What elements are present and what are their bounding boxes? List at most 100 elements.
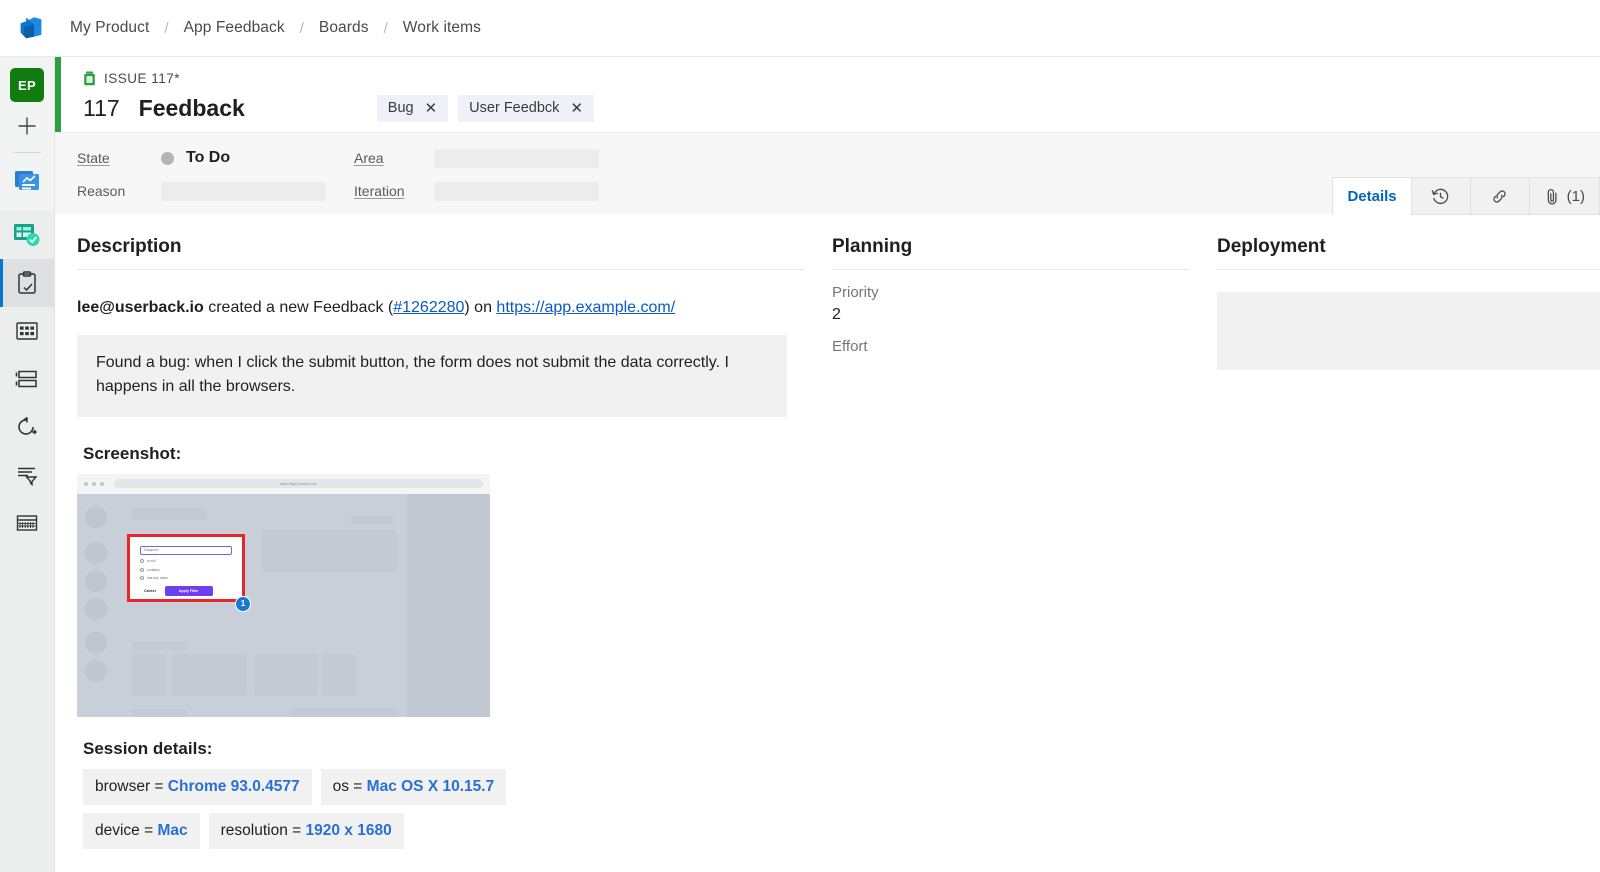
work-item-title[interactable]: Feedback xyxy=(139,95,245,122)
close-icon[interactable]: ✕ xyxy=(570,101,583,116)
description-heading: Description xyxy=(77,236,182,257)
chip-key: device = xyxy=(95,821,158,839)
top-navigation-bar: My Product / App Feedback / Boards / Wor… xyxy=(0,0,1600,57)
deployment-placeholder xyxy=(1217,292,1600,370)
iteration-field-row: Iteration xyxy=(354,180,599,202)
area-label: Area xyxy=(354,150,384,166)
tag-bug[interactable]: Bug ✕ xyxy=(376,95,449,122)
description-author: lee@userback.io xyxy=(77,299,204,316)
radio-icon xyxy=(140,576,144,581)
work-item-issue-line: ISSUE 117* xyxy=(83,71,1600,86)
avatar[interactable]: EP xyxy=(10,68,44,102)
left-navigation-rail: EP xyxy=(0,57,55,872)
tab-history[interactable] xyxy=(1410,177,1470,215)
work-item-fields-strip: State To Do Reason Area Iteration Detail… xyxy=(55,132,1600,215)
radio-icon xyxy=(140,559,144,564)
sidebar-item-backlogs[interactable] xyxy=(0,355,55,403)
plus-icon xyxy=(16,115,38,137)
sidebar-item-delivery-plans[interactable] xyxy=(0,499,55,547)
priority-value[interactable]: 2 xyxy=(832,306,1189,324)
session-chip-browser: browser = Chrome 93.0.4577 xyxy=(83,768,312,805)
area-input[interactable] xyxy=(434,148,599,168)
rail-top-group: EP xyxy=(0,57,54,211)
work-item-title-line: 117 Feedback Bug ✕ User Feedbck ✕ xyxy=(83,95,1600,122)
iteration-label: Iteration xyxy=(354,183,405,199)
work-item-form: ISSUE 117* 117 Feedback Bug ✕ User Feedb… xyxy=(55,57,1600,872)
work-item-page: My Product / App Feedback / Boards / Wor… xyxy=(0,0,1600,872)
sidebar-item-sprints[interactable] xyxy=(0,403,55,451)
sidebar-item-boards-grid[interactable] xyxy=(0,307,55,355)
deployment-heading: Deployment xyxy=(1217,236,1326,257)
queries-icon xyxy=(15,464,39,486)
attachment-count: (1) xyxy=(1566,187,1585,205)
azure-devops-logo-icon[interactable] xyxy=(14,11,48,45)
description-intro-line: lee@userback.io created a new Feedback (… xyxy=(77,296,804,320)
chip-value: Mac OS X 10.15.7 xyxy=(366,777,495,795)
annotation-badge[interactable]: 1 xyxy=(235,595,251,612)
dialog-option-label: contains xyxy=(147,567,160,572)
effort-label: Effort xyxy=(832,338,868,355)
description-quote: Found a bug: when I click the submit but… xyxy=(77,335,787,417)
reason-field-row: Reason xyxy=(77,180,349,202)
section-divider xyxy=(1217,269,1600,270)
sprints-icon xyxy=(15,415,39,439)
site-url-link[interactable]: https://app.example.com/ xyxy=(496,299,675,316)
sidebar-item-queries[interactable] xyxy=(0,451,55,499)
dialog-option-2[interactable]: contains xyxy=(140,567,232,572)
screenshot-highlight-box: Datapoint is null contains has any value… xyxy=(127,533,245,602)
state-dot-icon xyxy=(161,151,174,165)
dialog-option-label: is null xyxy=(147,559,156,564)
reason-input[interactable] xyxy=(161,181,326,201)
overview-icon xyxy=(14,169,40,193)
screenshot-thumbnail[interactable]: https://app.product.com Datapoint is nul… xyxy=(77,473,490,717)
paperclip-icon xyxy=(1544,187,1561,206)
breadcrumb-item-app-feedback[interactable]: App Feedback xyxy=(182,17,287,39)
screenshot-browser-bar: https://app.product.com xyxy=(77,473,490,494)
tab-links[interactable] xyxy=(1469,177,1529,215)
radio-icon xyxy=(140,567,144,572)
feedback-id-link[interactable]: #1262280 xyxy=(393,299,464,316)
state-value[interactable]: To Do xyxy=(186,149,230,167)
screenshot-heading: Screenshot: xyxy=(83,443,182,463)
browser-dots-icon xyxy=(84,481,104,486)
dialog-option-1[interactable]: is null xyxy=(140,559,232,564)
session-row: browser = Chrome 93.0.4577 os = Mac OS X… xyxy=(83,768,804,805)
tag-label: User Feedbck xyxy=(469,100,560,116)
chip-value: 1920 x 1680 xyxy=(305,821,392,839)
tab-attachments[interactable]: (1) xyxy=(1528,177,1600,215)
chip-key: browser = xyxy=(95,777,168,795)
dialog-option-3[interactable]: has any value xyxy=(140,576,232,581)
breadcrumb-item-work-items[interactable]: Work items xyxy=(401,17,483,39)
tab-details[interactable]: Details xyxy=(1332,177,1411,215)
breadcrumb-item-boards[interactable]: Boards xyxy=(317,17,371,39)
breadcrumb-separator: / xyxy=(164,19,169,37)
new-item-button[interactable] xyxy=(0,102,55,150)
session-details-list: browser = Chrome 93.0.4577 os = Mac OS X… xyxy=(77,768,804,849)
description-created-text: created a new Feedback ( xyxy=(203,299,394,316)
state-label: State xyxy=(77,150,110,166)
sidebar-item-overview[interactable] xyxy=(0,157,55,205)
dialog-text-input[interactable]: Datapoint xyxy=(140,545,232,555)
session-row: device = Mac resolution = 1920 x 1680 xyxy=(83,812,804,849)
boards-icon xyxy=(13,222,41,248)
work-item-header: ISSUE 117* 117 Feedback Bug ✕ User Feedb… xyxy=(55,57,1600,132)
backlogs-icon xyxy=(15,368,39,390)
effort-value[interactable] xyxy=(832,360,1189,378)
apply-filter-button[interactable]: Apply Filter xyxy=(164,586,213,597)
sidebar-item-work-items[interactable] xyxy=(0,259,55,307)
tag-user-feedbck[interactable]: User Feedbck ✕ xyxy=(458,95,595,122)
chip-key: resolution = xyxy=(220,821,306,839)
issue-label: ISSUE 117* xyxy=(104,71,181,86)
close-icon[interactable]: ✕ xyxy=(425,101,438,116)
work-item-id: 117 xyxy=(83,95,120,121)
work-items-icon xyxy=(16,271,38,295)
planning-heading: Planning xyxy=(832,236,913,257)
sidebar-item-boards[interactable] xyxy=(0,211,55,259)
breadcrumb-item-my-product[interactable]: My Product xyxy=(68,17,151,39)
tag-label: Bug xyxy=(387,100,414,116)
breadcrumb-separator: / xyxy=(299,19,304,37)
iteration-input[interactable] xyxy=(434,181,599,201)
state-reason-group: State To Do Reason xyxy=(77,147,349,202)
boards-grid-icon xyxy=(15,320,39,342)
cancel-button[interactable]: Cancel xyxy=(140,587,160,595)
